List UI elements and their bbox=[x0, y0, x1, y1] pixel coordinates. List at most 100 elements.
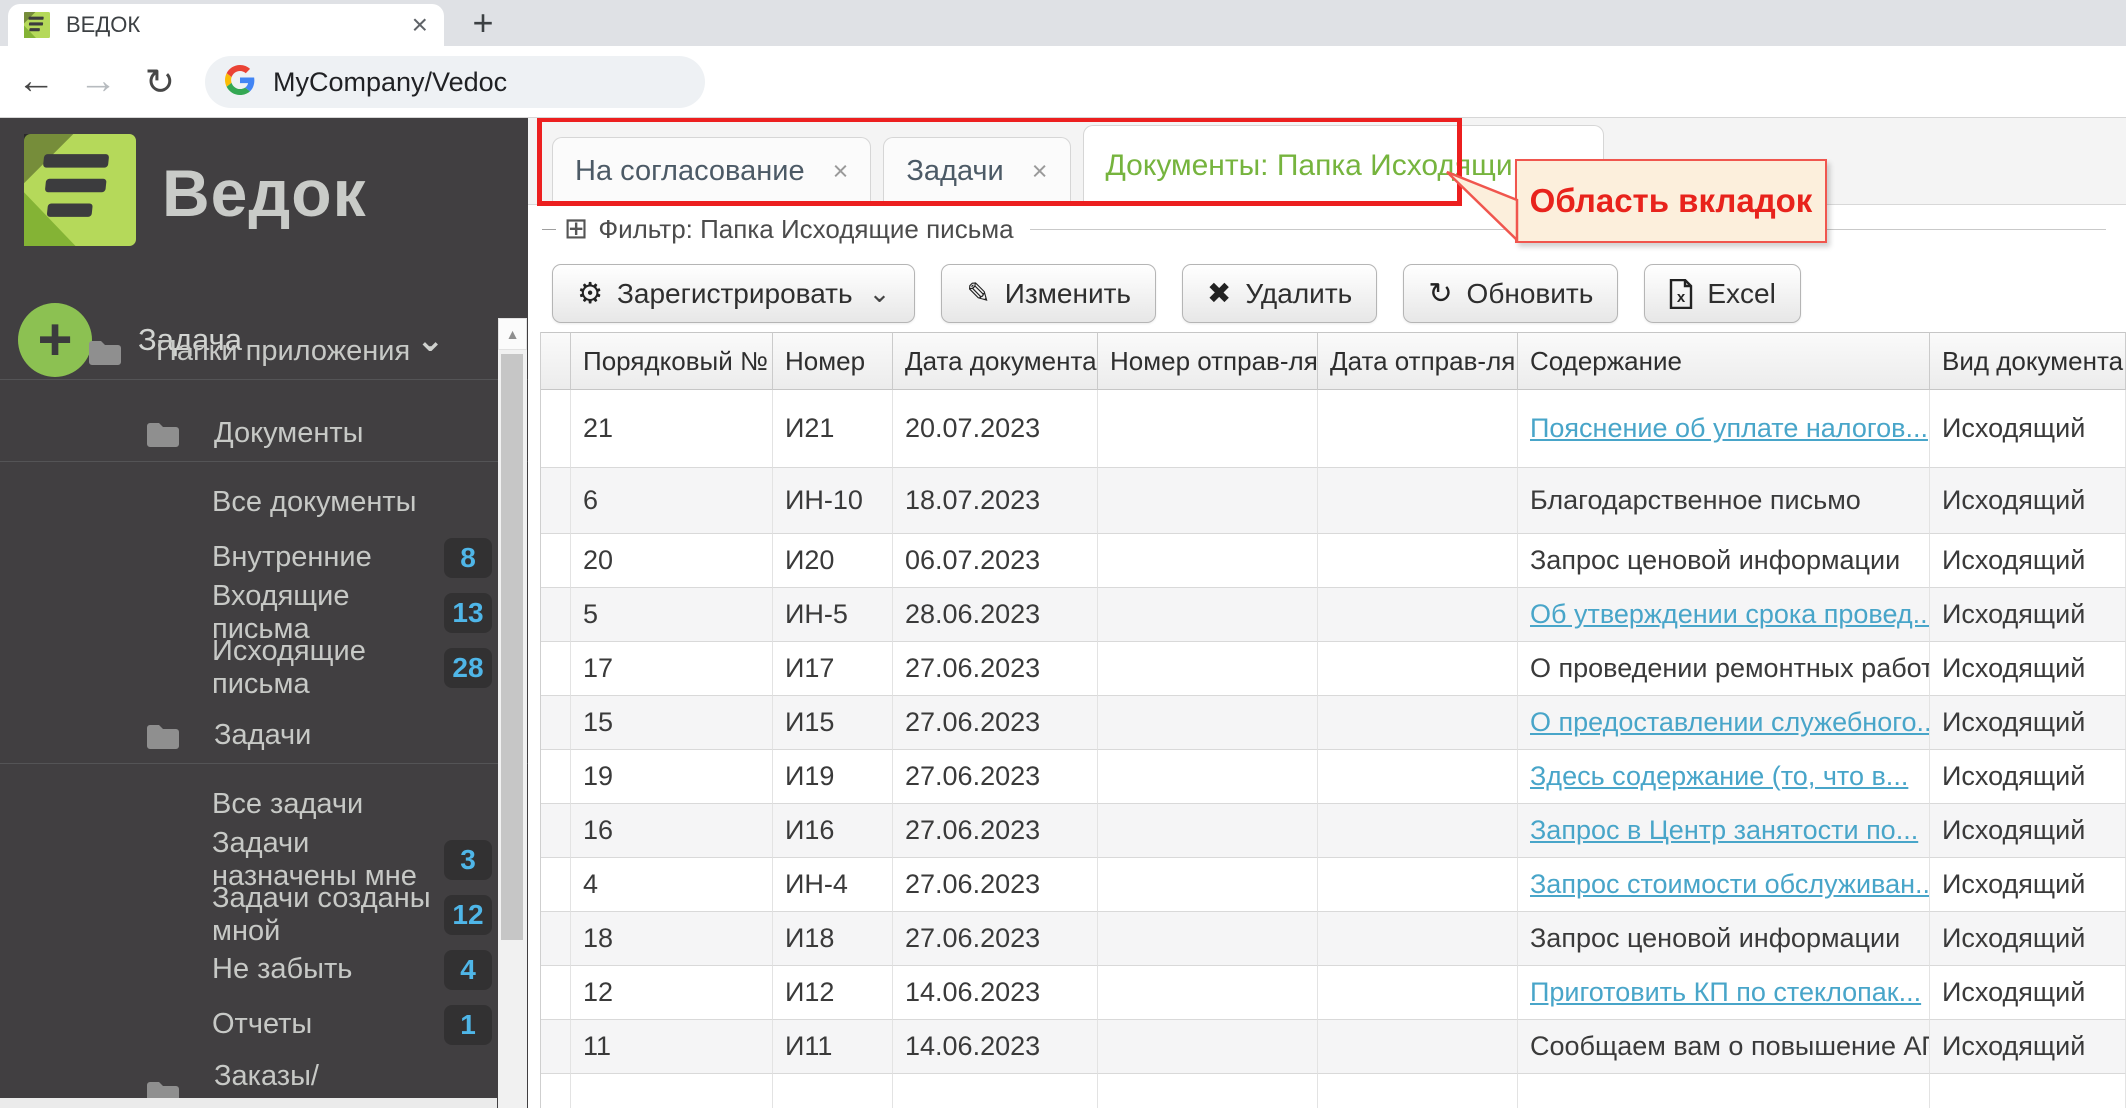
table-row[interactable]: 16 И16 27.06.2023 Запрос в Центр занятос… bbox=[541, 804, 2126, 858]
cell-doc-date: 27.06.2023 bbox=[893, 642, 1098, 696]
table-row[interactable]: 5 ИН-5 28.06.2023 Об утверждении срока п… bbox=[541, 588, 2126, 642]
sidebar-item-label: Не забыть bbox=[212, 953, 353, 985]
sidebar-item-label: Документы bbox=[214, 417, 364, 449]
refresh-button[interactable]: ↻ Обновить bbox=[1403, 264, 1619, 323]
button-label: Обновить bbox=[1466, 277, 1594, 309]
cell-doc-type: Исходящий bbox=[1930, 390, 2126, 468]
column-header[interactable]: Вид документа bbox=[1930, 332, 2126, 390]
document-link[interactable]: Здесь содержание (то, что в... bbox=[1530, 761, 1908, 792]
url-text: MyCompany/Vedoc bbox=[273, 66, 508, 97]
column-label: Порядковый № bbox=[583, 345, 768, 376]
document-content-text: Сообщаем вам о повышение АП bbox=[1530, 1031, 1930, 1061]
sidebar-item[interactable]: Все документы bbox=[0, 475, 528, 530]
cell-serial: 18 bbox=[571, 912, 773, 966]
document-link[interactable]: Приготовить КП по стеклопак... bbox=[1530, 977, 1921, 1008]
table-row[interactable]: 18 И18 27.06.2023 Запрос ценовой информа… bbox=[541, 912, 2126, 966]
table-row[interactable]: 4 ИН-4 27.06.2023 Запрос стоимости обслу… bbox=[541, 858, 2126, 912]
document-link[interactable]: Запрос стоимости обслуживан... bbox=[1530, 869, 1929, 900]
sidebar-item[interactable]: Задачи назначены мне 3 bbox=[0, 827, 528, 892]
sidebar-item[interactable]: Входящие письма 13 bbox=[0, 580, 528, 645]
table-row[interactable]: 6 ИН-10 18.07.2023 Благодарственное пись… bbox=[541, 468, 2126, 534]
document-content-text: Благодарственное письмо bbox=[1530, 485, 1861, 515]
cell-content: Об утверждении срока провед... bbox=[1518, 588, 1930, 642]
excel-file-icon: x bbox=[1670, 278, 1693, 309]
close-tab-icon[interactable]: × bbox=[412, 11, 428, 39]
cell-doc-date bbox=[893, 1074, 1098, 1108]
count-badge: 1 bbox=[444, 1004, 492, 1045]
app-logo-text: Ведок bbox=[162, 155, 367, 230]
cell-doc-date: 27.06.2023 bbox=[893, 858, 1098, 912]
annotation-callout: Область вкладок bbox=[1515, 159, 1827, 243]
sidebar-item[interactable]: Задачи созданы мной 12 bbox=[0, 882, 528, 947]
scrollbar-thumb[interactable] bbox=[501, 354, 523, 940]
column-header[interactable]: Номер bbox=[773, 332, 893, 390]
column-header[interactable] bbox=[541, 332, 571, 390]
folder-icon bbox=[89, 340, 121, 365]
tab-close-icon[interactable]: × bbox=[1032, 156, 1048, 187]
table-row[interactable]: 12 И12 14.06.2023 Приготовить КП по стек… bbox=[541, 966, 2126, 1020]
cell-sender-number bbox=[1098, 696, 1318, 750]
google-icon bbox=[225, 64, 255, 95]
document-link[interactable]: Запрос в Центр занятости по... bbox=[1530, 815, 1918, 846]
sidebar-item[interactable]: Отчеты 1 bbox=[0, 997, 528, 1052]
excel-button[interactable]: x Excel bbox=[1644, 264, 1801, 323]
cell-number: И17 bbox=[773, 642, 893, 696]
column-header[interactable]: Дата отправ-ля bbox=[1318, 332, 1518, 390]
column-label: Содержание bbox=[1530, 345, 1682, 376]
sidebar-folder[interactable]: Документы bbox=[0, 406, 528, 462]
tab[interactable]: Задачи × bbox=[883, 137, 1071, 204]
cell-sender-date bbox=[1318, 468, 1518, 534]
cell-serial: 16 bbox=[571, 804, 773, 858]
row-selector-cell bbox=[541, 468, 571, 534]
sidebar-item[interactable]: Внутренние 8 bbox=[0, 530, 528, 585]
sidebar-folder[interactable]: Задачи bbox=[0, 708, 528, 764]
column-header[interactable]: Номер отправ-ля bbox=[1098, 332, 1318, 390]
column-header[interactable]: Содержание bbox=[1518, 332, 1930, 390]
sidebar-item[interactable]: Исходящие письма 28 bbox=[0, 635, 528, 700]
new-tab-button[interactable]: + bbox=[462, 2, 504, 44]
expand-filter-icon[interactable]: ⊞ bbox=[564, 214, 588, 244]
sidebar-item-label: Все документы bbox=[212, 486, 417, 518]
cell-doc-date: 27.06.2023 bbox=[893, 912, 1098, 966]
back-icon[interactable]: ← bbox=[8, 46, 64, 117]
table-row[interactable]: 20 И20 06.07.2023 Запрос ценовой информа… bbox=[541, 534, 2126, 588]
column-header[interactable]: Дата документа ▾ bbox=[893, 332, 1098, 390]
cell-serial: 5 bbox=[571, 588, 773, 642]
sidebar-hscrollbar[interactable] bbox=[0, 1098, 497, 1108]
count-badge: 28 bbox=[444, 647, 492, 688]
row-selector-cell bbox=[541, 858, 571, 912]
table-row[interactable]: 21 И21 20.07.2023 Пояснение об уплате на… bbox=[541, 390, 2126, 468]
row-selector-cell bbox=[541, 1074, 571, 1108]
document-link[interactable]: О предоставлении служебного... bbox=[1530, 707, 1929, 738]
cell-content: Запрос стоимости обслуживан... bbox=[1518, 858, 1930, 912]
column-header[interactable]: Порядковый № bbox=[571, 332, 773, 390]
scroll-up-icon[interactable]: ▲ bbox=[498, 318, 527, 350]
table-row[interactable] bbox=[541, 1074, 2126, 1108]
table-row[interactable]: 11 И11 14.06.2023 Сообщаем вам о повышен… bbox=[541, 1020, 2126, 1074]
cell-serial: 20 bbox=[571, 534, 773, 588]
register-icon: ⚙ bbox=[577, 278, 603, 310]
cell-doc-date: 06.07.2023 bbox=[893, 534, 1098, 588]
tab[interactable]: На согласование × bbox=[552, 137, 872, 204]
button-label: Excel bbox=[1707, 277, 1776, 309]
table-row[interactable]: 19 И19 27.06.2023 Здесь содержание (то, … bbox=[541, 750, 2126, 804]
cell-number: И21 bbox=[773, 390, 893, 468]
table-row[interactable]: 15 И15 27.06.2023 О предоставлении служе… bbox=[541, 696, 2126, 750]
address-bar[interactable]: MyCompany/Vedoc bbox=[205, 56, 705, 108]
tab-close-icon[interactable]: × bbox=[833, 156, 849, 187]
edit-button[interactable]: ✎ Изменить bbox=[941, 264, 1157, 323]
sidebar-item[interactable]: Не забыть 4 bbox=[0, 942, 528, 997]
document-link[interactable]: Об утверждении срока провед... bbox=[1530, 599, 1929, 630]
browser-tab[interactable]: ВЕДОК × bbox=[8, 4, 444, 46]
cell-sender-date bbox=[1318, 588, 1518, 642]
register-button[interactable]: ⚙ Зарегистрировать ⌄ bbox=[552, 264, 916, 323]
sidebar-folder[interactable]: Папки приложения bbox=[0, 324, 528, 380]
button-label: Изменить bbox=[1004, 277, 1132, 309]
reload-icon[interactable]: ↻ bbox=[132, 46, 188, 117]
sidebar-item[interactable]: Все задачи bbox=[0, 777, 528, 832]
table-row[interactable]: 17 И17 27.06.2023 О проведении ремонтных… bbox=[541, 642, 2126, 696]
cell-sender-date bbox=[1318, 534, 1518, 588]
document-link[interactable]: Пояснение об уплате налогов... bbox=[1530, 413, 1928, 444]
delete-button[interactable]: ✖ Удалить bbox=[1182, 264, 1378, 323]
cell-content: О проведении ремонтных работ bbox=[1518, 642, 1930, 696]
